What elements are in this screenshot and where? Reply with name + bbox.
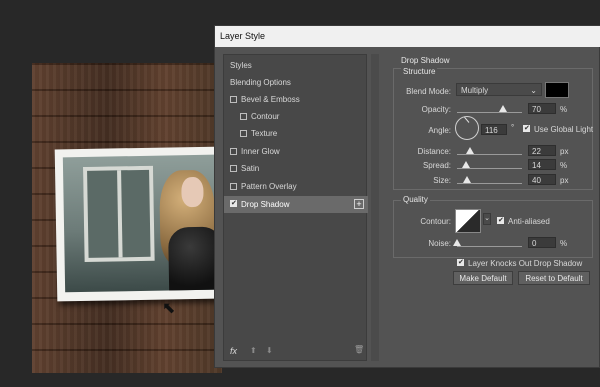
photo-image <box>62 154 224 293</box>
blend-mode-select[interactable]: Multiply ⌄ <box>456 83 542 96</box>
layer-knocks-out-checkbox[interactable] <box>457 259 464 266</box>
structure-title: Structure <box>401 67 438 76</box>
layer-style-dialog: Layer Style Styles Blending Options Beve… <box>214 25 600 368</box>
distance-label: Distance: <box>417 147 451 156</box>
shadow-color-swatch[interactable] <box>545 82 569 98</box>
style-item-pattern-overlay[interactable]: Pattern Overlay <box>224 178 368 195</box>
spread-slider[interactable] <box>457 168 522 169</box>
photo-face <box>181 176 204 208</box>
style-item-drop-shadow[interactable]: Drop Shadow + <box>224 196 368 213</box>
blend-mode-label: Blend Mode: <box>406 87 451 96</box>
dialog-title: Layer Style <box>215 26 600 47</box>
spread-unit: % <box>560 161 568 170</box>
opacity-slider[interactable] <box>457 112 522 113</box>
style-item-label: Drop Shadow <box>241 200 290 209</box>
anti-aliased-checkbox[interactable] <box>497 217 504 224</box>
drop-shadow-title: Drop Shadow <box>401 56 450 65</box>
contour-checkbox[interactable] <box>240 113 247 120</box>
styles-scrollbar[interactable] <box>371 54 379 361</box>
distance-slider-knob[interactable] <box>466 147 474 154</box>
opacity-label: Opacity: <box>421 105 451 114</box>
opacity-input[interactable]: 70 <box>528 103 556 114</box>
spread-label: Spread: <box>422 161 451 170</box>
style-item-texture[interactable]: Texture <box>224 125 368 142</box>
quality-title: Quality <box>401 195 430 204</box>
style-item-label: Bevel & Emboss <box>241 95 300 104</box>
noise-unit: % <box>560 239 568 248</box>
photo-window <box>82 165 155 262</box>
layer-knocks-out-label: Layer Knocks Out Drop Shadow <box>468 259 583 268</box>
style-item-contour[interactable]: Contour <box>224 108 368 125</box>
polaroid-photo <box>54 146 224 302</box>
angle-label: Angle: <box>428 126 451 135</box>
move-up-icon[interactable]: ⬆ <box>250 346 257 355</box>
style-item-bevel-emboss[interactable]: Bevel & Emboss <box>224 91 368 108</box>
size-input[interactable]: 40 <box>528 174 556 185</box>
angle-dial[interactable] <box>455 116 479 140</box>
drop-shadow-checkbox[interactable] <box>230 200 237 207</box>
style-item-label: Pattern Overlay <box>241 182 297 191</box>
quality-group <box>393 200 593 258</box>
inner-glow-checkbox[interactable] <box>230 148 237 155</box>
use-global-light-checkbox[interactable] <box>523 125 530 132</box>
move-down-icon[interactable]: ⬇ <box>266 346 273 355</box>
pattern-overlay-checkbox[interactable] <box>230 183 237 190</box>
texture-checkbox[interactable] <box>240 130 247 137</box>
style-item-label: Contour <box>251 112 280 121</box>
bevel-emboss-checkbox[interactable] <box>230 96 237 103</box>
chevron-down-icon: ⌄ <box>530 86 537 95</box>
distance-slider[interactable] <box>457 154 522 155</box>
satin-checkbox[interactable] <box>230 165 237 172</box>
angle-input[interactable]: 116 <box>481 124 507 135</box>
styles-list: Styles Blending Options Bevel & Emboss C… <box>223 54 368 361</box>
noise-slider[interactable] <box>457 246 522 247</box>
style-item-label: Texture <box>251 129 278 138</box>
make-default-button[interactable]: Make Default <box>453 271 513 285</box>
angle-unit: ° <box>511 123 515 132</box>
style-item-label: Satin <box>241 164 260 173</box>
distance-input[interactable]: 22 <box>528 145 556 156</box>
layer-knocks-out[interactable]: Layer Knocks Out Drop Shadow <box>457 259 582 268</box>
use-global-light[interactable]: Use Global Light <box>523 125 593 134</box>
contour-preview[interactable] <box>455 209 481 233</box>
noise-label: Noise: <box>428 239 451 248</box>
style-item-satin[interactable]: Satin <box>224 160 368 177</box>
styles-header[interactable]: Styles <box>224 57 368 74</box>
style-item-label: Inner Glow <box>241 147 280 156</box>
blend-mode-value: Multiply <box>461 86 489 95</box>
add-effect-plus-icon[interactable]: + <box>354 199 364 209</box>
move-cursor-icon: ⬉ <box>162 300 176 317</box>
opacity-unit: % <box>560 105 568 114</box>
noise-slider-knob[interactable] <box>453 239 461 246</box>
style-item-inner-glow[interactable]: Inner Glow <box>224 143 368 160</box>
opacity-slider-knob[interactable] <box>499 105 507 112</box>
noise-input[interactable]: 0 <box>528 237 556 248</box>
spread-slider-knob[interactable] <box>462 161 470 168</box>
anti-aliased[interactable]: Anti-aliased <box>497 217 550 226</box>
distance-unit: px <box>560 147 569 156</box>
size-slider-knob[interactable] <box>463 176 471 183</box>
size-label: Size: <box>433 176 451 185</box>
reset-to-default-button[interactable]: Reset to Default <box>518 271 590 285</box>
fx-icon[interactable]: fx <box>230 346 237 356</box>
blending-options-item[interactable]: Blending Options <box>224 74 368 91</box>
use-global-light-label: Use Global Light <box>534 125 594 134</box>
anti-aliased-label: Anti-aliased <box>508 217 550 226</box>
angle-dial-needle <box>464 116 470 123</box>
spread-input[interactable]: 14 <box>528 159 556 170</box>
trash-icon[interactable]: 🗑 <box>354 345 364 354</box>
contour-dropdown-chevron-icon[interactable]: ⌄ <box>483 213 491 225</box>
size-slider[interactable] <box>457 183 522 184</box>
size-unit: px <box>560 176 569 185</box>
contour-label: Contour: <box>420 217 451 226</box>
